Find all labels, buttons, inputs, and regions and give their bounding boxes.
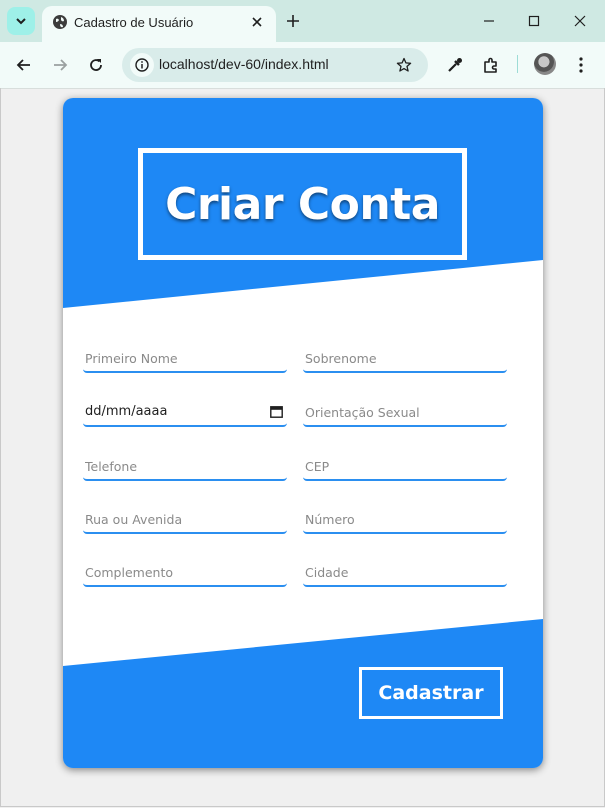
number-input[interactable] [303, 508, 509, 530]
page-title: Criar Conta [165, 178, 440, 230]
address-bar[interactable]: localhost/dev-60/index.html [122, 48, 428, 82]
first-name-field [83, 347, 289, 373]
phone-field [83, 455, 289, 481]
minimize-icon [484, 20, 494, 22]
complement-field [83, 561, 289, 587]
globe-icon [53, 15, 67, 29]
puzzle-icon [484, 57, 497, 73]
reload-button[interactable] [84, 53, 108, 77]
cep-field [303, 455, 509, 481]
tab-search-button[interactable] [7, 7, 35, 35]
browser-menu-button[interactable] [570, 54, 592, 76]
back-button[interactable] [12, 53, 36, 77]
tab-title: Cadastro de Usuário [74, 15, 194, 30]
more-vertical-icon [579, 57, 583, 73]
site-info-button[interactable] [130, 53, 154, 77]
maximize-icon [528, 15, 540, 27]
extensions-button[interactable] [480, 54, 502, 76]
eyedropper-icon [448, 58, 462, 72]
browser-toolbar: localhost/dev-60/index.html [0, 42, 605, 89]
star-icon [396, 57, 412, 72]
city-input[interactable] [303, 561, 509, 583]
arrow-left-icon [16, 59, 30, 71]
toolbar-divider [517, 55, 518, 73]
browser-tab[interactable]: Cadastro de Usuário [42, 6, 276, 42]
number-field [303, 508, 509, 534]
reload-icon [90, 59, 102, 71]
tab-close-button[interactable] [248, 13, 266, 31]
phone-input[interactable] [83, 455, 289, 477]
forward-button[interactable] [48, 53, 72, 77]
new-tab-button[interactable] [284, 12, 302, 30]
street-input[interactable] [83, 508, 289, 530]
maximize-button[interactable] [524, 11, 544, 31]
birth-date-input[interactable]: dd/mm/aaaa [85, 404, 167, 419]
page-title-frame: Criar Conta [138, 148, 467, 260]
minimize-button[interactable] [479, 11, 499, 31]
plus-icon [287, 15, 299, 27]
submit-button[interactable]: Cadastrar [359, 667, 503, 719]
last-name-field [303, 347, 509, 373]
chevron-down-icon [16, 18, 26, 25]
window-close-button[interactable] [570, 11, 590, 31]
close-icon [252, 17, 262, 27]
orientation-field [303, 401, 509, 427]
last-name-input[interactable] [303, 347, 509, 369]
city-field [303, 561, 509, 587]
calendar-icon[interactable] [270, 405, 283, 418]
profile-avatar[interactable] [534, 53, 556, 75]
orientation-input[interactable] [303, 401, 509, 423]
birth-date-field[interactable]: dd/mm/aaaa [83, 401, 287, 427]
info-icon [135, 58, 149, 72]
bookmark-button[interactable] [394, 55, 414, 75]
tab-strip: Cadastro de Usuário [0, 0, 605, 42]
arrow-right-icon [54, 59, 68, 71]
cep-input[interactable] [303, 455, 509, 477]
url-text[interactable]: localhost/dev-60/index.html [159, 56, 329, 72]
complement-input[interactable] [83, 561, 289, 583]
first-name-input[interactable] [83, 347, 289, 369]
street-field [83, 508, 289, 534]
eyedropper-button[interactable] [444, 54, 466, 76]
close-icon [574, 15, 586, 27]
signup-card: Criar Conta dd/mm/aaaa Cadastrar [63, 98, 543, 768]
